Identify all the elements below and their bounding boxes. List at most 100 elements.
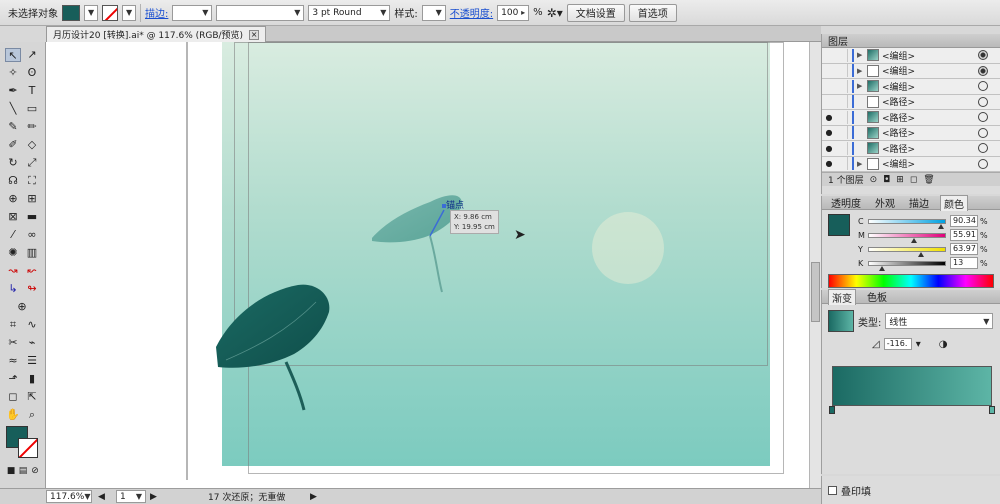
custom-tool-a-icon[interactable]: ↳ <box>5 282 21 296</box>
target-circle-icon[interactable] <box>978 65 988 76</box>
layer-row[interactable]: ▶ <编组> <box>822 79 1000 95</box>
document-tab[interactable]: 月历设计20 [转换].ai* @ 117.6% (RGB/预览) × <box>46 26 267 42</box>
rectangle-tool-icon[interactable]: ▭ <box>24 102 40 116</box>
fill-swatch[interactable] <box>62 4 80 21</box>
blend-tool-icon[interactable]: ∞ <box>24 228 40 242</box>
color-spectrum[interactable] <box>828 274 994 288</box>
blob-brush-tool-icon[interactable]: ✐ <box>5 138 21 152</box>
artboard-dropdown[interactable]: 1 ▼ <box>116 490 146 503</box>
lock-toggle[interactable] <box>836 48 848 62</box>
layer-row[interactable]: ● <路径> <box>822 125 1000 141</box>
channel-slider[interactable] <box>868 232 946 243</box>
lock-toggle[interactable] <box>836 95 848 109</box>
frame-tool-icon[interactable]: ◻ <box>5 390 21 404</box>
expand-arrow-icon[interactable]: ▶ <box>857 51 867 59</box>
channel-value[interactable]: 13 <box>950 257 978 269</box>
color-panel-tab[interactable]: 颜色 <box>940 194 968 211</box>
color-panel-tab[interactable]: 透明度 <box>828 195 864 210</box>
color-panel-tab[interactable]: 外观 <box>872 195 898 210</box>
color-panel-tab[interactable]: 描边 <box>906 195 932 210</box>
width-tool-icon[interactable]: ≈ <box>5 354 21 368</box>
new-sublayer-icon[interactable]: ⊞ <box>896 175 904 185</box>
slider-knob[interactable] <box>911 237 918 243</box>
layer-row[interactable]: ▶ <编组> <box>822 63 1000 79</box>
knife-tool-icon[interactable]: ⌁ <box>24 336 40 350</box>
gradient-panel-tab[interactable]: 渐变 <box>828 288 856 305</box>
type-tool-icon[interactable]: T <box>24 84 40 98</box>
target-circle-icon[interactable] <box>978 112 988 123</box>
scissors-tool-icon[interactable]: ✂ <box>5 336 21 350</box>
expand-arrow-icon[interactable]: ▶ <box>857 160 867 168</box>
gradient-preview-swatch[interactable] <box>828 310 854 332</box>
pen-tool-icon[interactable]: ✒ <box>5 84 21 98</box>
fill-dropdown[interactable]: ▼ <box>84 4 98 21</box>
eraser-tool-icon[interactable]: ◇ <box>24 138 40 152</box>
perspective-grid-tool-icon[interactable]: ⊞ <box>24 192 40 206</box>
style-dropdown[interactable]: ▼ <box>421 4 446 21</box>
lock-toggle[interactable] <box>836 64 848 78</box>
lock-toggle[interactable] <box>836 157 848 171</box>
lock-toggle[interactable] <box>836 110 848 124</box>
layer-row[interactable]: ● <路径> <box>822 141 1000 157</box>
channel-value[interactable]: 90.34 <box>950 215 978 227</box>
new-layer-icon[interactable]: ◻ <box>910 175 917 185</box>
variable-width-dropdown[interactable]: ▼ <box>216 4 305 21</box>
scale-tool-icon[interactable]: ⤢ <box>24 156 40 170</box>
target-circle-icon[interactable] <box>978 127 988 138</box>
bar-tool-icon[interactable]: ▮ <box>24 372 40 386</box>
stroke-color-box[interactable] <box>18 438 38 458</box>
gradient-tool-icon[interactable]: ▬ <box>24 210 40 224</box>
direct-selection-tool-icon[interactable]: ↗ <box>24 48 40 62</box>
gradient-stop-end[interactable] <box>989 406 995 414</box>
column-graph-tool-icon[interactable]: ▥ <box>24 246 40 260</box>
gradient-panel-tab[interactable]: 色板 <box>864 289 890 304</box>
visibility-eye-icon[interactable]: ● <box>822 159 836 168</box>
visibility-eye-icon[interactable]: ● <box>822 113 836 122</box>
graph-tool-icon[interactable]: ⬏ <box>5 372 21 386</box>
expand-arrow-icon[interactable]: ▶ <box>857 82 867 90</box>
slider-knob[interactable] <box>937 223 944 229</box>
recolor-icon[interactable]: ✲▾ <box>547 6 563 20</box>
custom-tool-b-icon[interactable]: ↬ <box>24 282 40 296</box>
channel-value[interactable]: 55.91 <box>950 229 978 241</box>
live-paint-tool-icon[interactable]: ↝ <box>5 264 21 278</box>
next-artboard-button[interactable]: ▶ <box>150 492 157 502</box>
brush-dropdown[interactable]: 3 pt Round ▼ <box>308 4 391 21</box>
visibility-eye-icon[interactable]: ● <box>822 144 836 153</box>
layer-row[interactable]: ● ▶ <编组> <box>822 156 1000 172</box>
none-mode-icon[interactable]: ⊘ <box>27 464 43 478</box>
mesh-tool-icon[interactable]: ⊠ <box>5 210 21 224</box>
stroke-dropdown[interactable]: ▼ <box>122 4 136 21</box>
document-canvas[interactable]: 锚点 X: 9.86 cm Y: 19.95 cm ➤ <box>46 42 809 488</box>
slider-knob[interactable] <box>917 251 924 257</box>
locate-object-icon[interactable]: ⊙ <box>870 175 878 185</box>
zoom-tool-icon[interactable]: ⌕ <box>24 408 40 422</box>
stroke-link[interactable]: 描边: <box>145 5 168 20</box>
layer-row[interactable]: <路径> <box>822 94 1000 110</box>
pencil-tool-icon[interactable]: ✏ <box>24 120 40 134</box>
eyedropper-tool-icon[interactable]: ⁄ <box>5 228 21 242</box>
slider-knob[interactable] <box>878 265 885 271</box>
make-clipping-mask-icon[interactable]: ◘ <box>883 175 890 185</box>
target-circle-icon[interactable] <box>978 96 988 107</box>
target-circle-icon[interactable] <box>978 50 988 61</box>
channel-slider[interactable] <box>868 260 946 271</box>
gradient-slider-bar[interactable] <box>832 366 992 406</box>
zoom-dropdown[interactable]: 117.6% ▼ <box>46 490 92 503</box>
status-menu-arrow[interactable]: ▶ <box>310 492 317 502</box>
gradient-type-dropdown[interactable]: 线性 ▼ <box>885 313 994 329</box>
overprint-checkbox[interactable] <box>828 485 837 495</box>
vertical-scrollbar[interactable] <box>809 42 821 488</box>
magic-wand-tool-icon[interactable]: ✧ <box>5 66 21 80</box>
slice-tool-icon[interactable]: ∿ <box>24 318 40 332</box>
gradient-stop-start[interactable] <box>829 406 835 414</box>
shape-builder-tool-icon[interactable]: ⊕ <box>5 192 21 206</box>
warp-tool-icon[interactable]: ☊ <box>5 174 21 188</box>
lock-toggle[interactable] <box>836 126 848 140</box>
preferences-button[interactable]: 首选项 <box>628 3 677 22</box>
opacity-field[interactable]: 100 ▸ <box>497 4 530 21</box>
angle-dropdown-icon[interactable]: ▾ <box>916 339 921 350</box>
free-transform-tool-icon[interactable]: ⛶ <box>24 174 40 188</box>
color-preview[interactable] <box>828 214 850 236</box>
symbol-sprayer-tool-icon[interactable]: ✺ <box>5 246 21 260</box>
